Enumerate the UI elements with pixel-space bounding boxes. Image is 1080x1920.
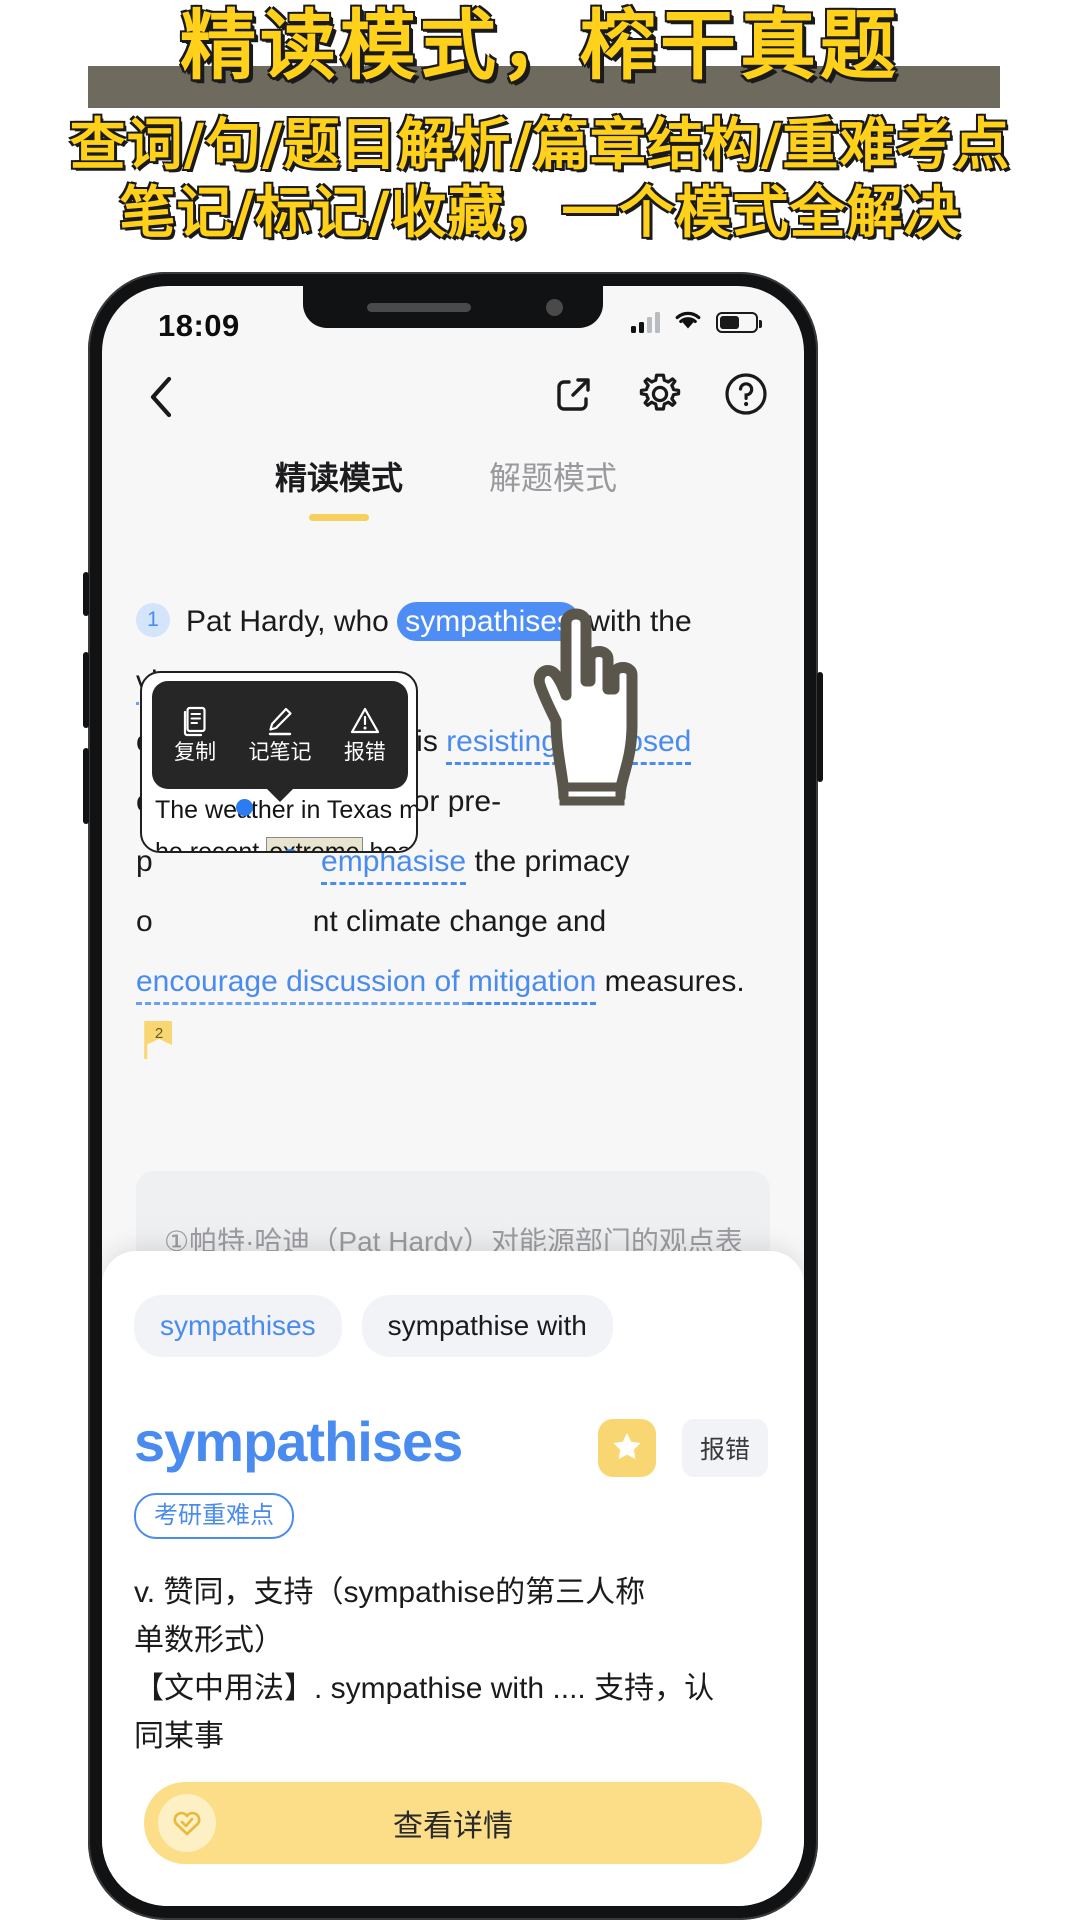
selection-handle-start[interactable]	[236, 799, 253, 816]
phone-volume-down-button	[83, 748, 89, 824]
dictionary-headword: sympathises	[134, 1410, 463, 1473]
chip-sympathise-with[interactable]: sympathise with	[361, 1295, 613, 1357]
tab-active-indicator	[309, 514, 369, 521]
view-details-button[interactable]: 查看详情	[144, 1782, 762, 1864]
paragraph-number-badge: 1	[136, 603, 170, 638]
promo-headline-2: 查词/句/题目解析/篇章结构/重难考点	[69, 113, 1011, 178]
passage-text-7: the primacy	[466, 845, 630, 878]
heart-badge-icon	[158, 1794, 216, 1852]
phone-volume-up-button	[83, 652, 89, 728]
bookmark-flag-icon[interactable]: 2	[142, 1021, 176, 1063]
definition-line-1: v. 赞同，支持（sympathise的第三人称	[134, 1576, 646, 1609]
context-menu-copy-label: 复制	[174, 741, 217, 764]
annotated-word-mitigation[interactable]: mitigation	[467, 965, 597, 1005]
selection-highlighted-word[interactable]: extreme	[266, 837, 363, 851]
text-context-menu: 复制 记笔记 报错	[152, 681, 408, 789]
copy-icon	[174, 705, 216, 737]
report-error-button[interactable]: 报错	[682, 1419, 768, 1477]
context-menu-note-label: 记笔记	[248, 741, 312, 764]
passage-text-10: measures.	[596, 965, 745, 998]
star-icon	[611, 1430, 643, 1467]
share-icon[interactable]	[550, 370, 598, 418]
word-form-chips: sympathises sympathise with	[134, 1295, 613, 1357]
battery-icon	[716, 311, 762, 333]
nav-bar	[102, 348, 804, 444]
promo-headline-1: 精读模式，榨干真题	[180, 1, 900, 90]
question-circle-icon[interactable]	[722, 370, 770, 418]
status-time: 18:09	[158, 308, 240, 343]
phone-mockup: 18:09 精读模式 解题模式 1 Pat Hardy, who sympath…	[83, 272, 823, 1920]
context-menu-report-label: 报错	[343, 741, 386, 764]
definition-line-4: 同某事	[134, 1720, 224, 1753]
back-chevron-icon[interactable]	[138, 374, 184, 420]
front-camera	[546, 299, 563, 316]
tab-intensive-reading-label: 精读模式	[274, 460, 403, 496]
selected-word-sympathises[interactable]: sympathises	[397, 602, 580, 641]
tab-problem-solving-label: 解题模式	[488, 460, 617, 496]
earpiece-speaker	[367, 303, 471, 312]
definition-block: v. 赞同，支持（sympathise的第三人称 单数形式） 【文中用法】. s…	[134, 1569, 764, 1761]
passage-text-8: o	[136, 905, 153, 938]
wifi-icon	[673, 308, 703, 336]
selection-text-b: he recent	[155, 838, 267, 853]
phone-power-button	[817, 672, 823, 782]
gear-icon[interactable]	[636, 370, 684, 418]
dictionary-sheet: sympathises sympathise with sympathises …	[102, 1251, 804, 1906]
definition-line-2: 单数形式）	[134, 1624, 284, 1657]
status-icons	[631, 308, 762, 336]
passage-text-9: encourage discussion of	[136, 965, 468, 1005]
chip-sympathises[interactable]: sympathises	[134, 1295, 342, 1357]
nav-actions	[550, 370, 770, 418]
svg-text:2: 2	[155, 1025, 163, 1042]
context-menu-note[interactable]: 记笔记	[248, 705, 311, 765]
selection-text-c: heat, but t	[369, 838, 418, 853]
tab-problem-solving[interactable]: 解题模式	[458, 454, 648, 502]
phone-notch	[303, 286, 603, 328]
phone-screen: 18:09 精读模式 解题模式 1 Pat Hardy, who sympath…	[102, 286, 804, 1906]
warning-triangle-icon	[344, 705, 386, 737]
passage-text-8b: nt climate change and	[312, 905, 607, 938]
annotated-phrase-resisting-proposed[interactable]: resisting proposed	[446, 725, 692, 765]
pen-note-icon	[248, 705, 311, 737]
status-badge: 考研重难点	[134, 1493, 294, 1539]
passage-text-1: Pat Hardy, who	[186, 605, 398, 638]
signal-bars-icon	[631, 311, 660, 333]
definition-line-3: 【文中用法】. sympathise with .... 支持，认	[134, 1672, 715, 1705]
context-menu-copy[interactable]: 复制	[174, 705, 216, 765]
mode-tabs: 精读模式 解题模式	[102, 446, 804, 532]
promo-headline-3: 笔记/标记/收藏，一个模式全解决	[119, 181, 961, 246]
promo-header: 精读模式，榨干真题 查词/句/题目解析/篇章结构/重难考点 笔记/标记/收藏，一…	[0, 0, 1080, 268]
tab-intensive-reading[interactable]: 精读模式	[244, 454, 434, 521]
passage-text-2: with the	[579, 605, 692, 638]
view-details-label: 查看详情	[393, 1810, 513, 1843]
context-menu-report[interactable]: 报错	[344, 705, 386, 765]
phone-mute-button	[83, 572, 89, 616]
favorite-star-button[interactable]	[598, 1419, 656, 1477]
